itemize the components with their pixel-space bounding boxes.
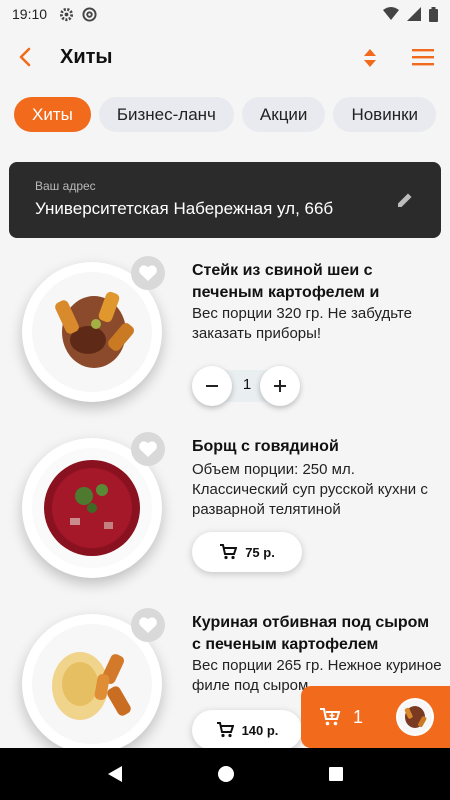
address-label: Ваш адрес [35, 179, 96, 193]
menu-icon[interactable] [410, 46, 436, 68]
page-title: Хиты [60, 45, 113, 68]
heart-icon [139, 617, 157, 633]
gear-icon [59, 7, 74, 21]
sort-icon[interactable] [358, 48, 382, 68]
increase-button[interactable] [260, 366, 300, 406]
minus-icon [206, 385, 218, 387]
address-card[interactable]: Ваш адрес Университетская Набережная ул,… [9, 162, 441, 238]
back-arrow-icon [19, 47, 31, 67]
add-to-cart-button[interactable]: 140 р. [192, 710, 302, 750]
wifi-icon [383, 7, 399, 20]
heart-icon [139, 265, 157, 281]
tab-hits[interactable]: Хиты [14, 97, 91, 132]
tab-promotions[interactable]: Акции [241, 97, 326, 132]
address-value: Университетская Набережная ул, 66б [35, 199, 334, 218]
favorite-button[interactable] [131, 608, 165, 642]
plus-icon [274, 380, 286, 392]
signal-icon [407, 7, 421, 21]
quantity-value: 1 [242, 376, 252, 393]
item-name: Борщ с говядиной [192, 438, 339, 455]
item-description: Объем порции: 250 мл. Классический суп р… [192, 461, 428, 518]
system-navigation-bar [0, 748, 450, 800]
menu-item[interactable]: Борщ с говядиной Объем порции: 250 мл. К… [0, 428, 450, 598]
favorite-button[interactable] [131, 432, 165, 466]
cart-button[interactable]: 1 [301, 686, 450, 748]
tab-new[interactable]: Новинки [333, 97, 437, 132]
nav-recents-icon[interactable] [328, 766, 344, 782]
item-name: Куриная отбивная под сыром с печеным кар… [192, 614, 430, 653]
favorite-button[interactable] [131, 256, 165, 290]
cart-icon [216, 722, 234, 738]
decrease-button[interactable] [192, 366, 232, 406]
status-bar: 19:10 [0, 0, 450, 28]
status-time: 19:10 [12, 6, 48, 22]
back-button[interactable] [0, 28, 50, 86]
heart-icon [139, 441, 157, 457]
quantity-stepper: 1 [192, 366, 302, 406]
item-description: Вес порции 320 гр. Не забудьте заказать … [192, 305, 412, 342]
menu-item[interactable]: Стейк из свиной шеи с печеным картофелем… [0, 252, 450, 422]
category-tabs: Хиты Бизнес-ланч Акции Новинки [14, 97, 450, 133]
item-price: 75 р. [245, 544, 275, 560]
cart-icon [220, 544, 238, 560]
pencil-icon[interactable] [395, 190, 415, 210]
at-icon [82, 6, 97, 22]
cart-count: 1 [353, 706, 364, 727]
cart-add-icon [320, 708, 341, 726]
add-to-cart-button[interactable]: 75 р. [192, 532, 302, 572]
cart-item-thumbnail [396, 698, 434, 736]
item-price: 140 р. [241, 722, 279, 738]
item-name: Стейк из свиной шеи с печеным картофелем… [192, 262, 380, 301]
app-bar: Хиты [0, 28, 450, 86]
tab-business-lunch[interactable]: Бизнес-ланч [98, 97, 234, 132]
battery-icon [429, 6, 438, 22]
nav-home-icon[interactable] [217, 765, 235, 783]
nav-back-icon[interactable] [106, 765, 124, 783]
